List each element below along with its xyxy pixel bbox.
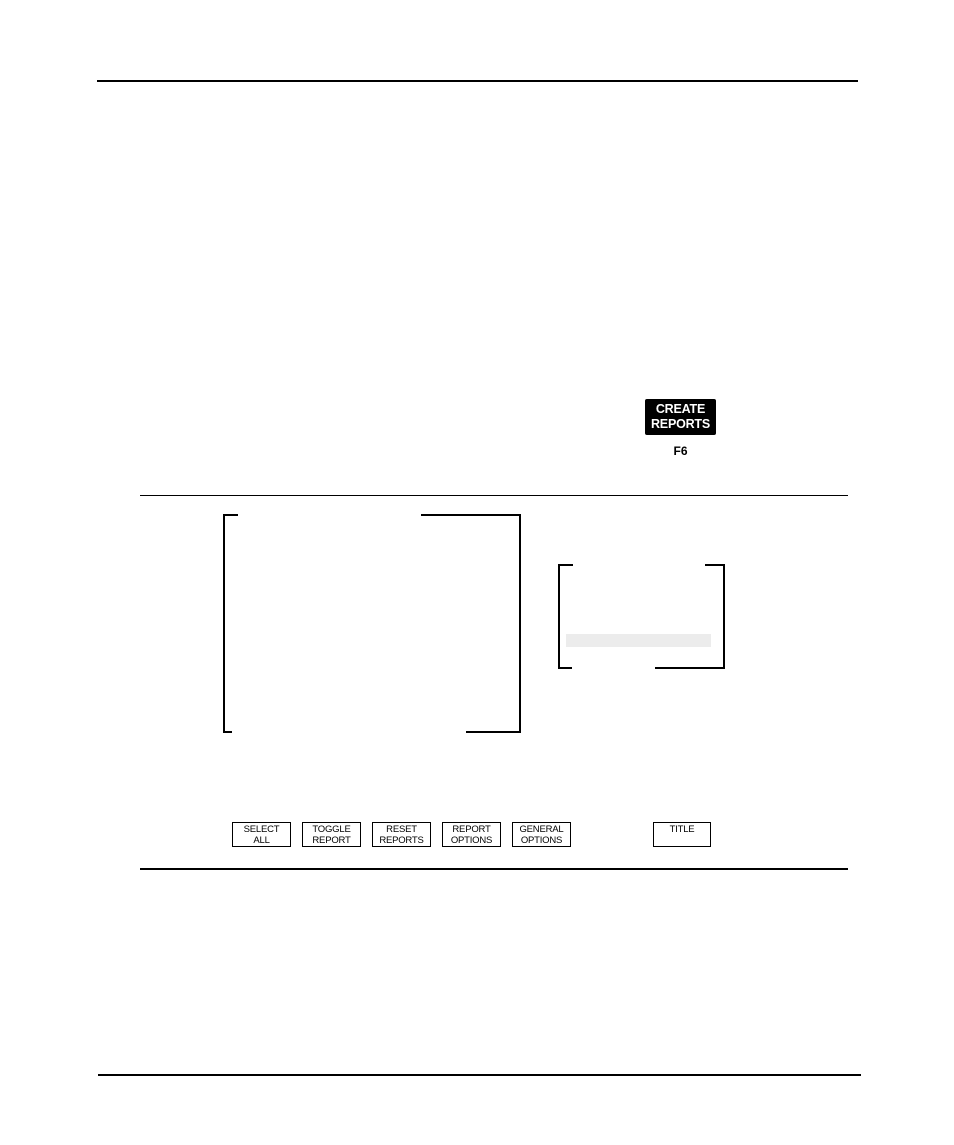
title-softkey[interactable]: TITLE [653, 822, 711, 847]
frame-right-edge [723, 564, 725, 669]
frame-bottom-left-stub [558, 667, 572, 669]
header-rule [97, 80, 858, 82]
frame-bottom-left-stub [223, 731, 232, 733]
frame-top-right-segment [421, 514, 521, 516]
softkey-label-line2: REPORT [312, 835, 351, 846]
option-list-frame[interactable] [558, 564, 725, 669]
selected-option-highlight[interactable] [566, 634, 711, 647]
reset-reports-softkey[interactable]: RESET REPORTS [372, 822, 431, 847]
create-reports-key-line1: CREATE [655, 402, 706, 416]
softkey-label-line1: GENERAL [519, 824, 564, 835]
report-list-frame[interactable] [223, 514, 521, 733]
frame-left-edge [558, 564, 560, 669]
figure-bottom-rule [140, 868, 848, 870]
frame-bottom-right-segment [466, 731, 521, 733]
softkey-label-line2: REPORTS [379, 835, 424, 846]
softkey-label-line2: OPTIONS [520, 835, 563, 846]
frame-top-left-stub [223, 514, 238, 516]
report-options-softkey[interactable]: REPORT OPTIONS [442, 822, 501, 847]
frame-top-right-stub [705, 564, 725, 566]
figure-top-rule [140, 495, 848, 496]
softkey-label-line1: TOGGLE [312, 824, 351, 835]
function-key-label: F6 [673, 444, 688, 458]
softkey-label-line1: TITLE [669, 824, 695, 835]
general-options-softkey[interactable]: GENERAL OPTIONS [512, 822, 571, 847]
frame-top-left-stub [558, 564, 573, 566]
softkey-label-line1: RESET [386, 824, 417, 835]
softkey-label-line1: REPORT [452, 824, 491, 835]
frame-left-edge [223, 514, 225, 733]
select-all-softkey[interactable]: SELECT ALL [232, 822, 291, 847]
softkey-label-line1: SELECT [243, 824, 280, 835]
softkey-label-line2: OPTIONS [450, 835, 493, 846]
create-reports-key-line2: REPORTS [650, 417, 711, 431]
softkey-label-line2: ALL [253, 835, 270, 846]
create-reports-key[interactable]: CREATE REPORTS [645, 399, 716, 435]
frame-bottom-right-segment [655, 667, 725, 669]
footer-rule [98, 1074, 861, 1076]
frame-right-edge [519, 514, 521, 733]
toggle-report-softkey[interactable]: TOGGLE REPORT [302, 822, 361, 847]
